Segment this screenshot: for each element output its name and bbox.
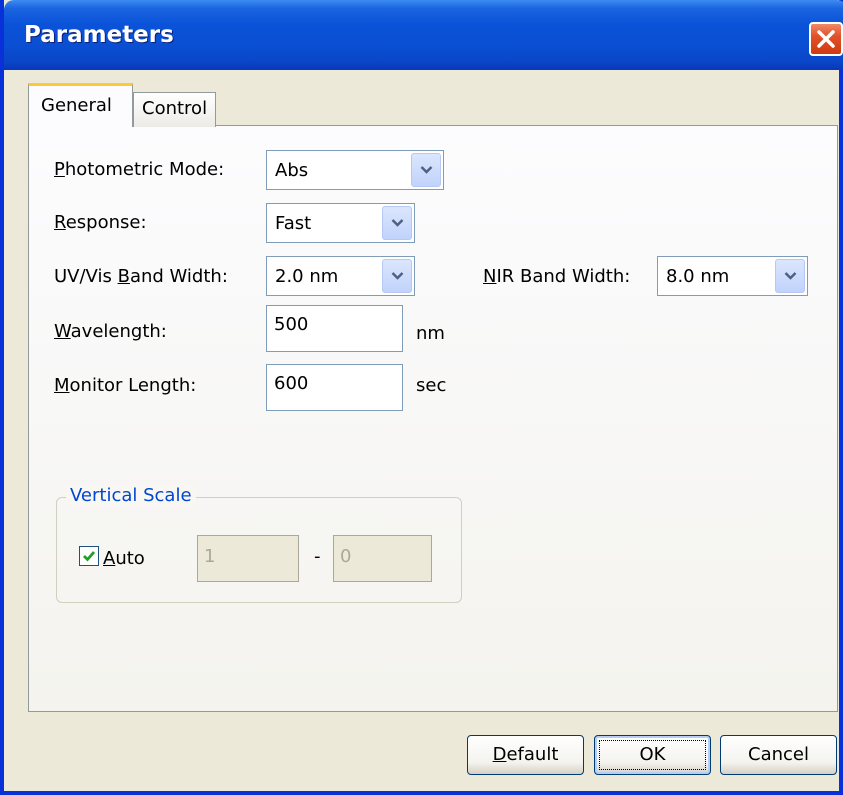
nir-bandwidth-value: 8.0 nm — [666, 266, 730, 287]
response-select[interactable]: Fast — [266, 203, 415, 243]
close-button[interactable] — [809, 22, 843, 56]
monitor-length-unit: sec — [416, 375, 447, 396]
scale-min-input[interactable]: 0 — [333, 535, 432, 582]
title-bar[interactable]: Parameters — [4, 0, 843, 70]
scale-range-separator: - — [314, 546, 321, 567]
monitor-length-input[interactable]: 600 — [266, 364, 403, 411]
dropdown-button[interactable] — [775, 259, 805, 293]
cancel-button[interactable]: Cancel — [720, 735, 837, 775]
nir-bandwidth-select[interactable]: 8.0 nm — [657, 256, 808, 296]
vertical-scale-title: Vertical Scale — [66, 485, 196, 506]
uvvis-bandwidth-value: 2.0 nm — [275, 266, 339, 287]
chevron-down-icon — [784, 272, 797, 280]
response-value: Fast — [275, 213, 312, 234]
photometric-mode-select[interactable]: Abs — [266, 150, 444, 190]
parameters-dialog: Parameters General Control Photometric M… — [0, 0, 843, 795]
close-icon — [817, 30, 835, 48]
photometric-mode-label: Photometric Mode: — [54, 159, 225, 180]
uvvis-bandwidth-select[interactable]: 2.0 nm — [266, 256, 415, 296]
focus-ring — [599, 740, 706, 770]
photometric-mode-value: Abs — [275, 160, 309, 181]
dropdown-button[interactable] — [382, 259, 412, 293]
tab-control-label: Control — [142, 98, 208, 119]
wavelength-input[interactable]: 500 — [266, 305, 403, 352]
chevron-down-icon — [391, 219, 404, 227]
auto-label[interactable]: Auto — [103, 548, 145, 569]
wavelength-unit: nm — [416, 323, 445, 344]
dropdown-button[interactable] — [411, 153, 441, 187]
monitor-length-value: 600 — [274, 373, 309, 394]
nir-bandwidth-label: NIR Band Width: — [483, 266, 631, 287]
ok-button[interactable]: OK — [594, 735, 711, 775]
tab-panel-general — [28, 125, 838, 712]
tab-control[interactable]: Control — [133, 92, 216, 127]
response-label: Response: — [54, 212, 147, 233]
monitor-length-label: Monitor Length: — [54, 375, 197, 396]
dropdown-button[interactable] — [382, 206, 412, 240]
chevron-down-icon — [391, 272, 404, 280]
tab-general-label: General — [41, 95, 112, 116]
auto-checkbox[interactable] — [79, 546, 99, 566]
tab-general[interactable]: General — [28, 83, 133, 127]
uvvis-bandwidth-label: UV/Vis Band Width: — [54, 266, 228, 287]
scale-max-value: 1 — [204, 546, 216, 567]
wavelength-value: 500 — [274, 314, 309, 335]
scale-max-input[interactable]: 1 — [197, 535, 299, 582]
chevron-down-icon — [420, 166, 433, 174]
window-title: Parameters — [24, 22, 174, 48]
wavelength-label: Wavelength: — [54, 321, 167, 342]
checkmark-icon — [83, 551, 96, 562]
cancel-button-label: Cancel — [748, 744, 809, 765]
scale-min-value: 0 — [340, 546, 352, 567]
default-button[interactable]: Default — [467, 735, 584, 775]
